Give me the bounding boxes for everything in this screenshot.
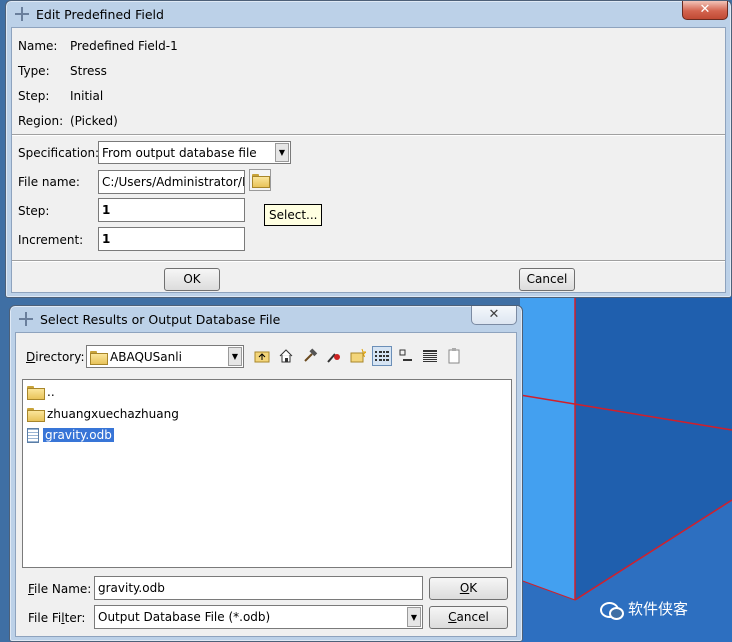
ok-button[interactable]: OK xyxy=(164,268,220,291)
file-name-label: File Name: xyxy=(28,582,92,596)
file-name: .. xyxy=(47,385,55,399)
increment-field[interactable]: 1 xyxy=(98,227,245,251)
info-row-name: Name: Predefined Field-1 xyxy=(18,36,178,56)
home-icon[interactable] xyxy=(276,346,296,366)
list-item[interactable]: zhuangxuechazhuang xyxy=(27,405,179,423)
browse-button[interactable] xyxy=(249,169,271,191)
separator xyxy=(12,260,725,262)
title-bar[interactable]: Select Results or Output Database File xyxy=(10,306,522,332)
directory-dropdown[interactable]: ABAQUSanli ▼ xyxy=(86,345,244,368)
name-value: Predefined Field-1 xyxy=(70,39,178,53)
file-filter-label: File Filter: xyxy=(28,611,86,625)
file-icon xyxy=(27,427,39,443)
specification-value: From output database file xyxy=(102,145,257,160)
ok-button[interactable]: OK xyxy=(429,577,508,600)
file-list[interactable]: .. zhuangxuechazhuang gravity.odb xyxy=(22,379,512,568)
list-item[interactable]: gravity.odb xyxy=(27,426,114,444)
bookmark-icon[interactable] xyxy=(324,346,344,366)
step-label: Step: xyxy=(18,204,50,218)
close-icon[interactable]: ✕ xyxy=(471,306,517,325)
file-filter-dropdown[interactable]: Output Database File (*.odb) ▼ xyxy=(94,605,423,629)
folder-icon xyxy=(27,386,45,400)
file-name-field[interactable]: C:/Users/Administrator/D xyxy=(98,170,245,194)
list-view-icon[interactable] xyxy=(372,346,392,366)
edit-predefined-field-dialog: Edit Predefined Field ✕ Name: Predefined… xyxy=(5,0,732,298)
open-folder-icon xyxy=(252,174,270,188)
directory-label: Directory: xyxy=(26,350,85,364)
select-step-button[interactable]: Select... xyxy=(264,204,323,226)
clipboard-icon[interactable] xyxy=(444,346,464,366)
info-row-region: Region: (Picked) xyxy=(18,111,118,131)
abaqus-window-icon xyxy=(18,311,34,327)
step-value: 1 xyxy=(102,203,111,217)
close-icon[interactable]: ✕ xyxy=(682,1,728,20)
list-item[interactable]: .. xyxy=(27,383,55,401)
specification-label: Specification: xyxy=(18,146,100,160)
info-row-type: Type: Stress xyxy=(18,61,107,81)
step-info-label: Step: xyxy=(18,89,50,103)
dialog-body: Name: Predefined Field-1 Type: Stress St… xyxy=(11,27,726,293)
abaqus-window-icon xyxy=(14,6,30,22)
specification-dropdown[interactable]: From output database file ▼ xyxy=(98,141,291,164)
chevron-down-icon[interactable]: ▼ xyxy=(228,347,242,366)
step-field[interactable]: 1 xyxy=(98,198,245,222)
cancel-button[interactable]: Cancel xyxy=(429,606,508,629)
up-folder-icon[interactable] xyxy=(252,346,272,366)
chevron-down-icon[interactable]: ▼ xyxy=(275,143,289,162)
chevron-down-icon[interactable]: ▼ xyxy=(407,607,421,627)
file-filter-value: Output Database File (*.odb) xyxy=(98,610,271,624)
directory-value: ABAQUSanli xyxy=(110,349,182,364)
name-label: Name: xyxy=(18,39,58,53)
info-row-step: Step: Initial xyxy=(18,86,103,106)
dialog-title: Select Results or Output Database File xyxy=(40,311,281,327)
separator xyxy=(12,134,725,136)
type-value: Stress xyxy=(70,64,107,78)
region-value: (Picked) xyxy=(70,114,118,128)
dialog-body: Directory: ABAQUSanli ▼ .. zhuangxuechaz… xyxy=(15,332,517,637)
folder-icon xyxy=(90,350,108,365)
wechat-icon xyxy=(600,600,624,620)
file-name-value: gravity.odb xyxy=(98,581,165,595)
folder-icon xyxy=(27,408,45,422)
file-name-value: C:/Users/Administrator/D xyxy=(102,175,245,189)
step-info-value: Initial xyxy=(70,89,104,103)
watermark: 软件侠客 xyxy=(600,598,689,620)
select-results-dialog: Select Results or Output Database File ✕… xyxy=(9,305,523,642)
file-name-label: File name: xyxy=(18,175,80,189)
icon-view-icon[interactable] xyxy=(396,346,416,366)
watermark-text: 软件侠客 xyxy=(628,600,689,618)
cancel-button[interactable]: Cancel xyxy=(519,268,575,291)
increment-label: Increment: xyxy=(18,233,84,247)
type-label: Type: xyxy=(18,64,50,78)
file-name-field[interactable]: gravity.odb xyxy=(94,576,423,600)
file-name: gravity.odb xyxy=(43,428,114,442)
details-view-icon[interactable] xyxy=(420,346,440,366)
toolbar xyxy=(252,346,462,366)
new-folder-icon[interactable] xyxy=(348,346,368,366)
title-bar[interactable]: Edit Predefined Field xyxy=(6,1,731,27)
increment-value: 1 xyxy=(102,232,111,246)
hammer-icon[interactable] xyxy=(300,346,320,366)
file-name: zhuangxuechazhuang xyxy=(47,407,179,421)
region-label: Region: xyxy=(18,114,64,128)
dialog-title: Edit Predefined Field xyxy=(36,6,164,22)
